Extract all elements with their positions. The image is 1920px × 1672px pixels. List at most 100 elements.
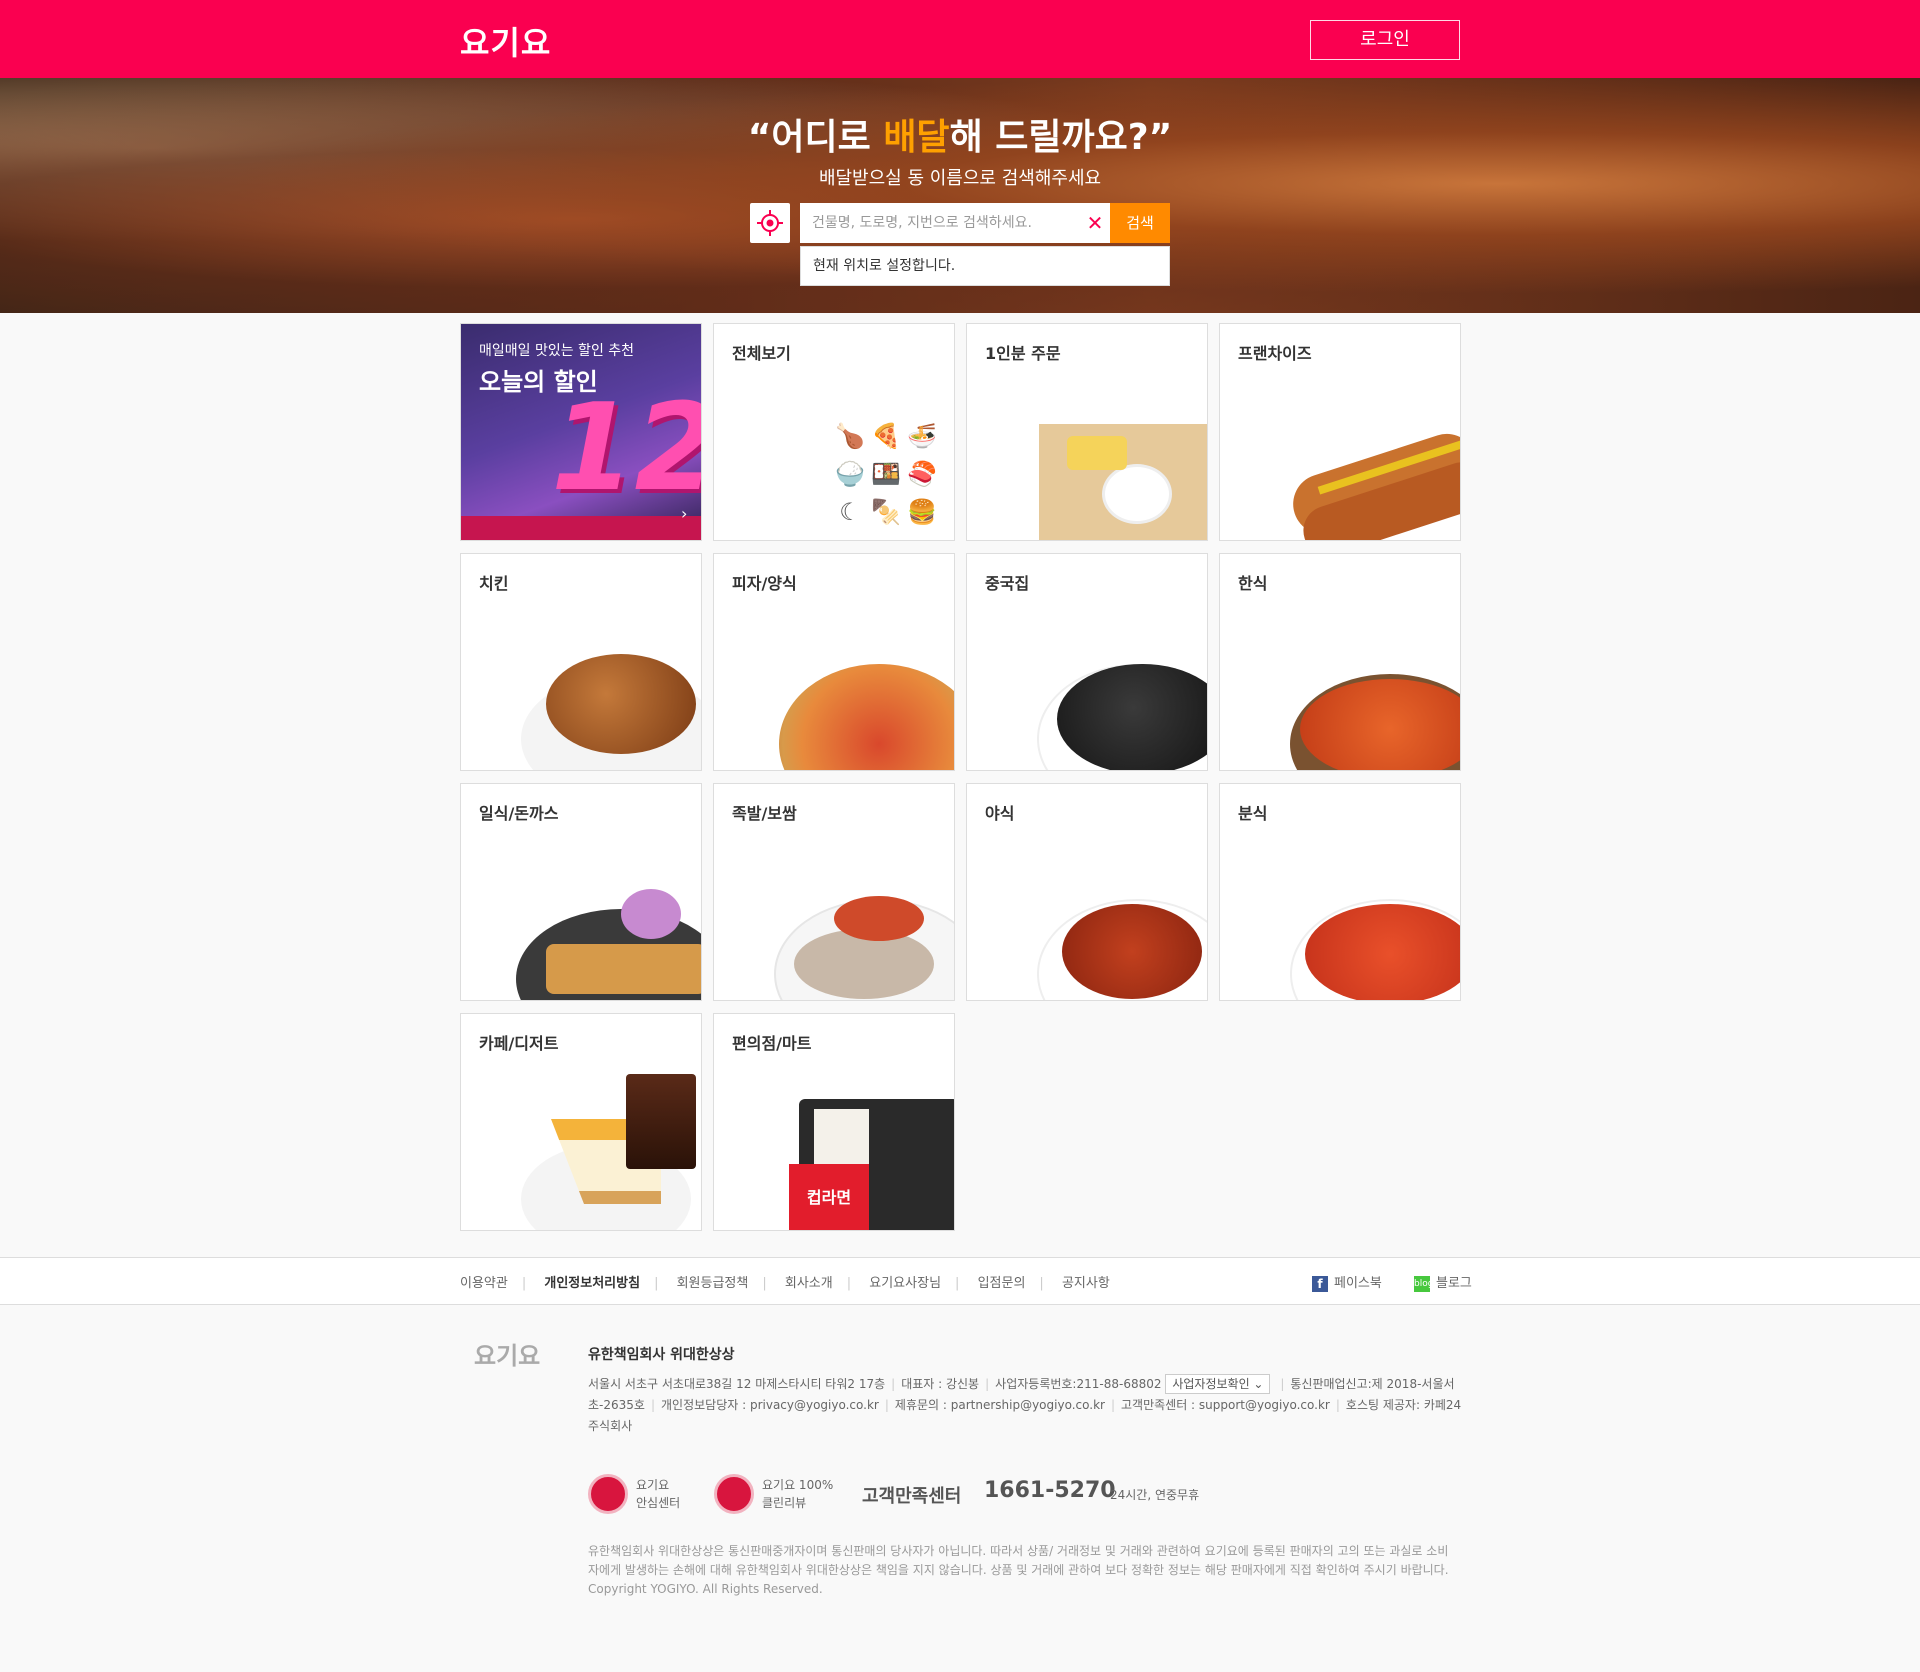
top-header: 요기요 로그인 xyxy=(0,0,1920,78)
promo-number: 12 xyxy=(551,379,702,518)
address: 서울시 서초구 서초대로38길 12 마제스타시티 타워2 17층 xyxy=(588,1377,886,1391)
divider: | xyxy=(846,1276,852,1291)
divider: | xyxy=(891,1377,896,1391)
footer-link-about[interactable]: 회사소개 xyxy=(785,1272,833,1291)
category-label: 전체보기 xyxy=(732,344,791,363)
company-info: 서울시 서초구 서초대로38길 12 마제스타시티 타워2 17층 | 대표자 : … xyxy=(588,1374,1473,1437)
safety-center-label[interactable]: 요기요 안심센터 xyxy=(636,1476,680,1512)
fried-chicken-image xyxy=(546,654,696,754)
hero-subtitle: 배달받으실 동 이름으로 검색해주세요 xyxy=(818,168,1102,189)
clear-icon[interactable]: ✕ xyxy=(1084,212,1106,234)
category-all[interactable]: 전체보기 🍗 🍕 🍜 🍚 🍱 🍣 ☾ 🍢 🍔 xyxy=(713,323,955,541)
footer-link-membership[interactable]: 회원등급정책 xyxy=(677,1272,749,1291)
category-label: 야식 xyxy=(985,804,1015,823)
hero-banner: “어디로 배달해 드릴까요?” 배달받으실 동 이름으로 검색해주세요 ✕ 검색… xyxy=(0,78,1920,313)
yogiyo-logo[interactable]: 요기요 xyxy=(460,18,551,64)
category-snack[interactable]: 분식 xyxy=(1219,783,1461,1001)
category-late-night[interactable]: 야식 xyxy=(966,783,1208,1001)
category-pizza[interactable]: 피자/양식 xyxy=(713,553,955,771)
privacy-contact: 개인정보담당자 : privacy@yogiyo.co.kr xyxy=(661,1398,879,1412)
footer-link-partner[interactable]: 입점문의 xyxy=(978,1272,1026,1291)
clean-review-badge-icon[interactable] xyxy=(714,1474,754,1514)
divider: | xyxy=(521,1276,527,1291)
divider: | xyxy=(884,1398,889,1412)
pizza-icon: 🍕 xyxy=(871,422,901,450)
iced-coffee-image xyxy=(626,1074,696,1169)
blog-icon: blog xyxy=(1414,1275,1433,1292)
divider: | xyxy=(955,1276,960,1291)
facebook-link[interactable]: f 페이스북 xyxy=(1312,1272,1382,1292)
customer-center-hours: 24시간, 연중무휴 xyxy=(1110,1488,1200,1502)
footer-link-terms[interactable]: 이용약관 xyxy=(460,1272,508,1291)
chicken-icon: 🍗 xyxy=(835,422,865,450)
category-single-serving[interactable]: 1인분 주문 xyxy=(966,323,1208,541)
biz-info-check-label: 사업자정보확인 xyxy=(1172,1377,1250,1391)
hero-title-part: “어디로 xyxy=(747,117,884,158)
spicy-dish-image xyxy=(1062,904,1202,999)
category-label: 편의점/마트 xyxy=(732,1034,812,1053)
today-discount-banner[interactable]: 매일매일 맛있는 할인 추천 오늘의 할인 12 › xyxy=(460,323,702,541)
jajangmyeon-image xyxy=(1057,664,1207,770)
login-button[interactable]: 로그인 xyxy=(1310,20,1460,60)
footer-link-owner[interactable]: 요기요사장님 xyxy=(869,1272,941,1291)
biz-number: 사업자등록번호:211-88-68802 xyxy=(995,1377,1162,1391)
divider: | xyxy=(1280,1377,1285,1391)
rice-bowl-image xyxy=(1102,464,1172,524)
current-location-option[interactable]: 현재 위치로 설정합니다. xyxy=(800,246,1170,286)
rice-image xyxy=(814,1109,869,1164)
category-franchise[interactable]: 프랜차이즈 xyxy=(1219,323,1461,541)
customer-center-phone[interactable]: 1661-5270 xyxy=(984,1478,1116,1503)
divider: | xyxy=(762,1276,767,1291)
cup-ramen-image: 컵라면 xyxy=(789,1164,869,1230)
divider: | xyxy=(985,1377,990,1391)
footer-link-notice[interactable]: 공지사항 xyxy=(1062,1272,1110,1291)
address-search-input[interactable] xyxy=(800,203,1080,243)
category-label: 족발/보쌈 xyxy=(732,804,797,823)
chevron-right-icon[interactable]: › xyxy=(681,504,687,523)
category-chicken[interactable]: 치킨 xyxy=(460,553,702,771)
category-label: 1인분 주문 xyxy=(985,344,1061,363)
safety-center-badge-icon[interactable] xyxy=(588,1474,628,1514)
support-contact: 고객만족센터 : support@yogiyo.co.kr xyxy=(1121,1398,1330,1412)
current-location-button[interactable] xyxy=(750,203,790,243)
clean-review-label[interactable]: 요기요 100% 클린리뷰 xyxy=(762,1476,833,1512)
blog-link[interactable]: blog 블로그 xyxy=(1414,1272,1472,1292)
footer: 요기요 유한책임회사 위대한상상 서울시 서초구 서초대로38길 12 마제스타… xyxy=(0,1306,1920,1672)
facebook-icon: f xyxy=(1312,1275,1328,1292)
footer-link-privacy[interactable]: 개인정보처리방침 xyxy=(544,1272,640,1291)
promo-base xyxy=(461,516,701,540)
kimchi-image xyxy=(834,896,924,941)
hero-title: “어디로 배달해 드릴까요?” xyxy=(0,108,1920,160)
divider: | xyxy=(1110,1398,1115,1412)
crosshair-icon xyxy=(757,210,783,236)
category-convenience[interactable]: 편의점/마트 컵라면 xyxy=(713,1013,955,1231)
omelet-image xyxy=(1067,436,1127,470)
divider: | xyxy=(650,1398,655,1412)
category-japanese[interactable]: 일식/돈까스 xyxy=(460,783,702,1001)
pizza-image xyxy=(779,664,954,770)
search-button[interactable]: 검색 xyxy=(1110,203,1170,243)
category-icon-set: 🍗 🍕 🍜 🍚 🍱 🍣 ☾ 🍢 🍔 xyxy=(832,422,942,536)
footer-nav: 이용약관 | 개인정보처리방침 | 회원등급정책 | 회사소개 | 요기요사장님 | 입점… xyxy=(0,1257,1920,1305)
category-korean[interactable]: 한식 xyxy=(1219,553,1461,771)
badge-line: 요기요 100% xyxy=(762,1478,834,1492)
burger-icon: 🍔 xyxy=(907,498,937,526)
noodle-bowl-icon: 🍜 xyxy=(907,422,937,450)
sushi-icon: 🍣 xyxy=(907,460,937,488)
category-cafe[interactable]: 카페/디저트 xyxy=(460,1013,702,1231)
divider: | xyxy=(1335,1398,1340,1412)
category-jokbal[interactable]: 족발/보쌈 xyxy=(713,783,955,1001)
tonkatsu-image xyxy=(546,944,701,994)
partnership-contact: 제휴문의 : partnership@yogiyo.co.kr xyxy=(894,1398,1105,1412)
divider: | xyxy=(1039,1276,1044,1291)
category-label: 치킨 xyxy=(479,574,509,593)
company-name: 유한책임회사 위대한상상 xyxy=(588,1347,735,1363)
facebook-label: 페이스북 xyxy=(1334,1276,1382,1291)
cabbage-image xyxy=(621,889,681,939)
biz-info-check-button[interactable]: 사업자정보확인 ⌄ xyxy=(1165,1374,1271,1394)
moon-icon: ☾ xyxy=(839,498,861,526)
skewer-icon: 🍢 xyxy=(871,498,901,526)
category-chinese[interactable]: 중국집 xyxy=(966,553,1208,771)
badge-line: 안심센터 xyxy=(636,1496,681,1510)
blog-label: 블로그 xyxy=(1436,1276,1472,1291)
